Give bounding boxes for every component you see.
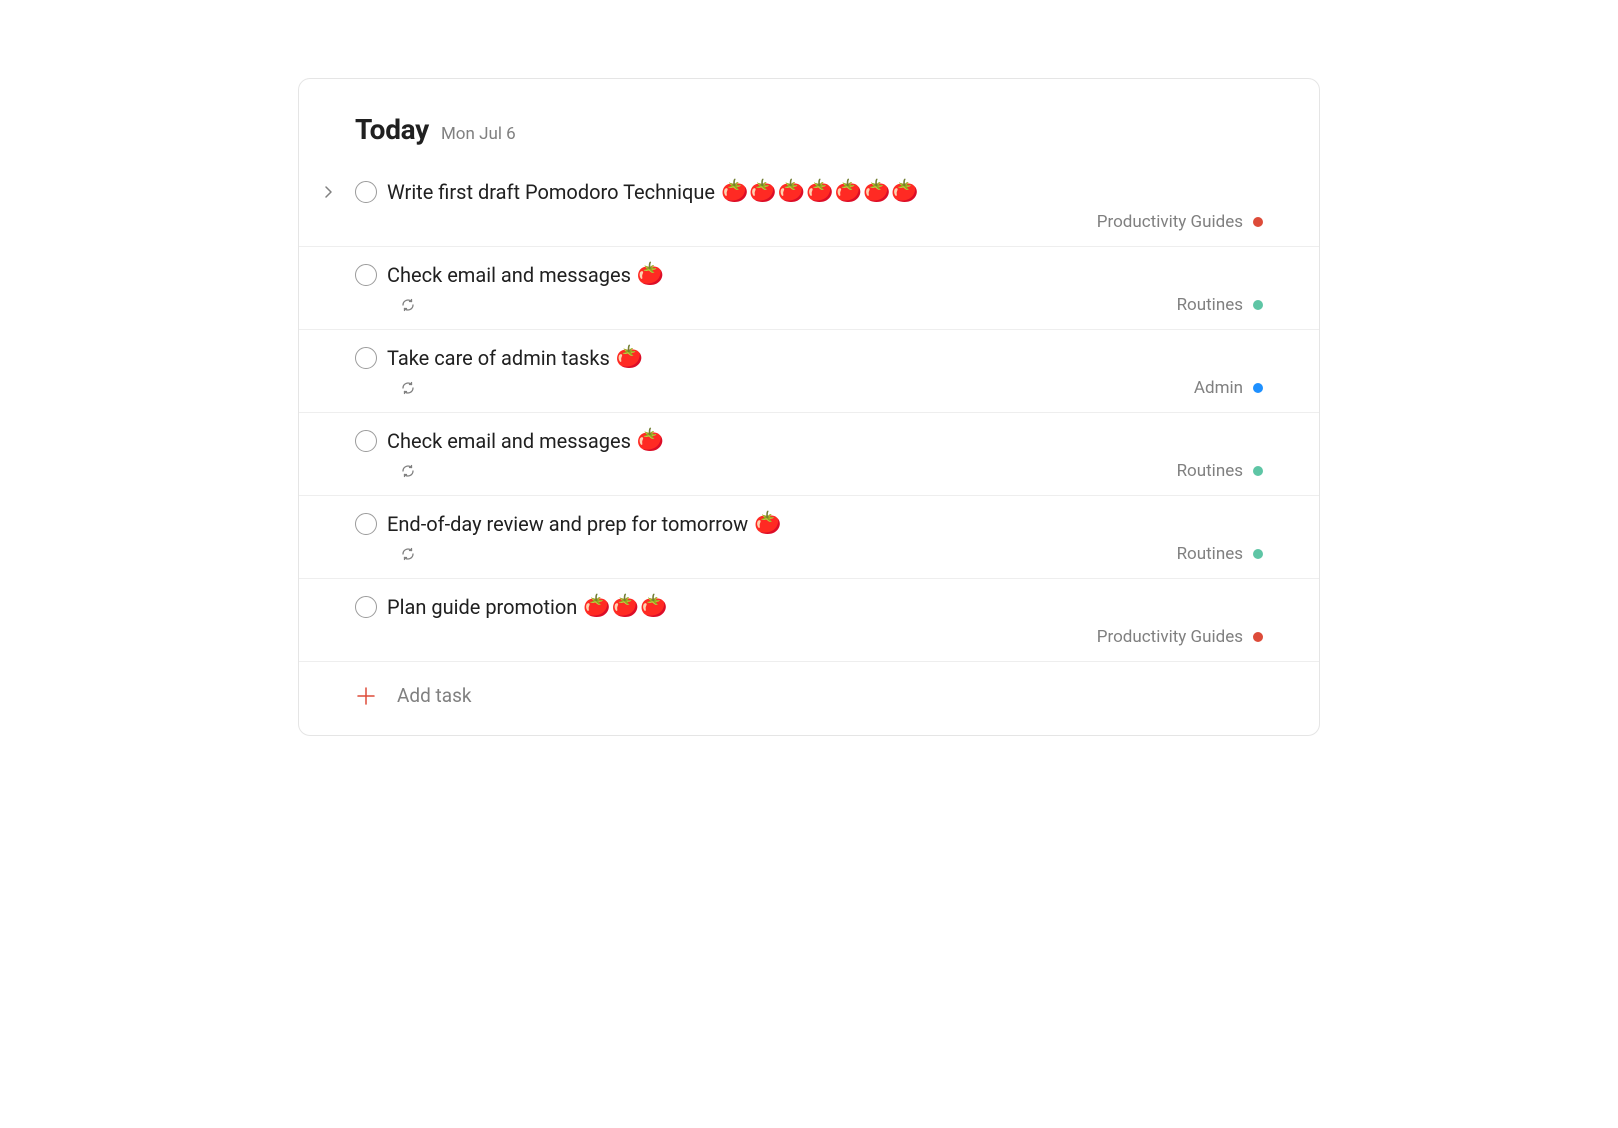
- task-title[interactable]: Plan guide promotion 🍅🍅🍅: [387, 595, 669, 619]
- task-checkbox[interactable]: [355, 181, 377, 203]
- task-project[interactable]: Productivity Guides: [1097, 212, 1263, 232]
- project-color-dot: [1253, 632, 1263, 642]
- task-project[interactable]: Routines: [1177, 295, 1263, 315]
- tomato-icon: 🍅: [637, 430, 665, 452]
- task-title-text: Plan guide promotion: [387, 595, 577, 619]
- recurring-icon: [399, 545, 417, 563]
- task-checkbox[interactable]: [355, 347, 377, 369]
- task-project-label: Routines: [1177, 461, 1243, 481]
- add-task-label: Add task: [397, 684, 472, 707]
- task-project[interactable]: Routines: [1177, 544, 1263, 564]
- recurring-icon: [399, 379, 417, 397]
- header: Today Mon Jul 6: [299, 113, 1319, 164]
- chevron-right-icon[interactable]: [321, 184, 337, 200]
- task-title-text: Take care of admin tasks: [387, 346, 610, 370]
- recurring-icon: [399, 296, 417, 314]
- task-row[interactable]: Check email and messages 🍅 Routines: [299, 246, 1319, 329]
- task-list: Write first draft Pomodoro Technique🍅🍅🍅🍅…: [299, 164, 1319, 661]
- task-row[interactable]: Write first draft Pomodoro Technique 🍅🍅🍅🍅…: [299, 164, 1319, 246]
- task-row[interactable]: End-of-day review and prep for tomorrow 🍅…: [299, 495, 1319, 578]
- tomato-icon: 🍅: [754, 513, 782, 535]
- today-card: Today Mon Jul 6 Write first draft Pomodo…: [298, 78, 1320, 736]
- project-color-dot: [1253, 300, 1263, 310]
- task-title[interactable]: End-of-day review and prep for tomorrow 🍅: [387, 512, 783, 536]
- plus-icon: [355, 685, 377, 707]
- task-title[interactable]: Take care of admin tasks 🍅: [387, 346, 644, 370]
- task-row[interactable]: Plan guide promotion 🍅🍅🍅 Productivity Guid…: [299, 578, 1319, 661]
- task-project-label: Routines: [1177, 544, 1243, 564]
- task-project-label: Productivity Guides: [1097, 212, 1243, 232]
- task-title[interactable]: Check email and messages 🍅: [387, 429, 665, 453]
- task-project-label: Productivity Guides: [1097, 627, 1243, 647]
- tomato-icon: 🍅🍅🍅🍅🍅🍅🍅: [721, 181, 920, 203]
- task-row[interactable]: Take care of admin tasks 🍅 Admin: [299, 329, 1319, 412]
- tomato-icon: 🍅🍅🍅: [583, 596, 668, 618]
- task-row[interactable]: Check email and messages 🍅 Routines: [299, 412, 1319, 495]
- task-checkbox[interactable]: [355, 596, 377, 618]
- task-project[interactable]: Routines: [1177, 461, 1263, 481]
- task-project-label: Admin: [1194, 378, 1243, 398]
- task-title-text: Check email and messages: [387, 429, 631, 453]
- task-project-label: Routines: [1177, 295, 1243, 315]
- task-checkbox[interactable]: [355, 430, 377, 452]
- project-color-dot: [1253, 383, 1263, 393]
- task-title[interactable]: Check email and messages 🍅: [387, 263, 665, 287]
- project-color-dot: [1253, 217, 1263, 227]
- task-project[interactable]: Productivity Guides: [1097, 627, 1263, 647]
- recurring-icon: [399, 462, 417, 480]
- add-task-button[interactable]: Add task: [299, 661, 1319, 707]
- task-title-text: Check email and messages: [387, 263, 631, 287]
- page-date: Mon Jul 6: [441, 124, 516, 144]
- task-title-text: Write first draft Pomodoro Technique: [387, 180, 715, 204]
- task-checkbox[interactable]: [355, 264, 377, 286]
- tomato-icon: 🍅: [637, 264, 665, 286]
- task-project[interactable]: Admin: [1194, 378, 1263, 398]
- task-title-text: End-of-day review and prep for tomorrow: [387, 512, 748, 536]
- tomato-icon: 🍅: [616, 347, 644, 369]
- project-color-dot: [1253, 466, 1263, 476]
- task-title[interactable]: Write first draft Pomodoro Technique 🍅🍅🍅🍅…: [387, 180, 920, 204]
- task-checkbox[interactable]: [355, 513, 377, 535]
- page-title: Today: [355, 113, 429, 146]
- project-color-dot: [1253, 549, 1263, 559]
